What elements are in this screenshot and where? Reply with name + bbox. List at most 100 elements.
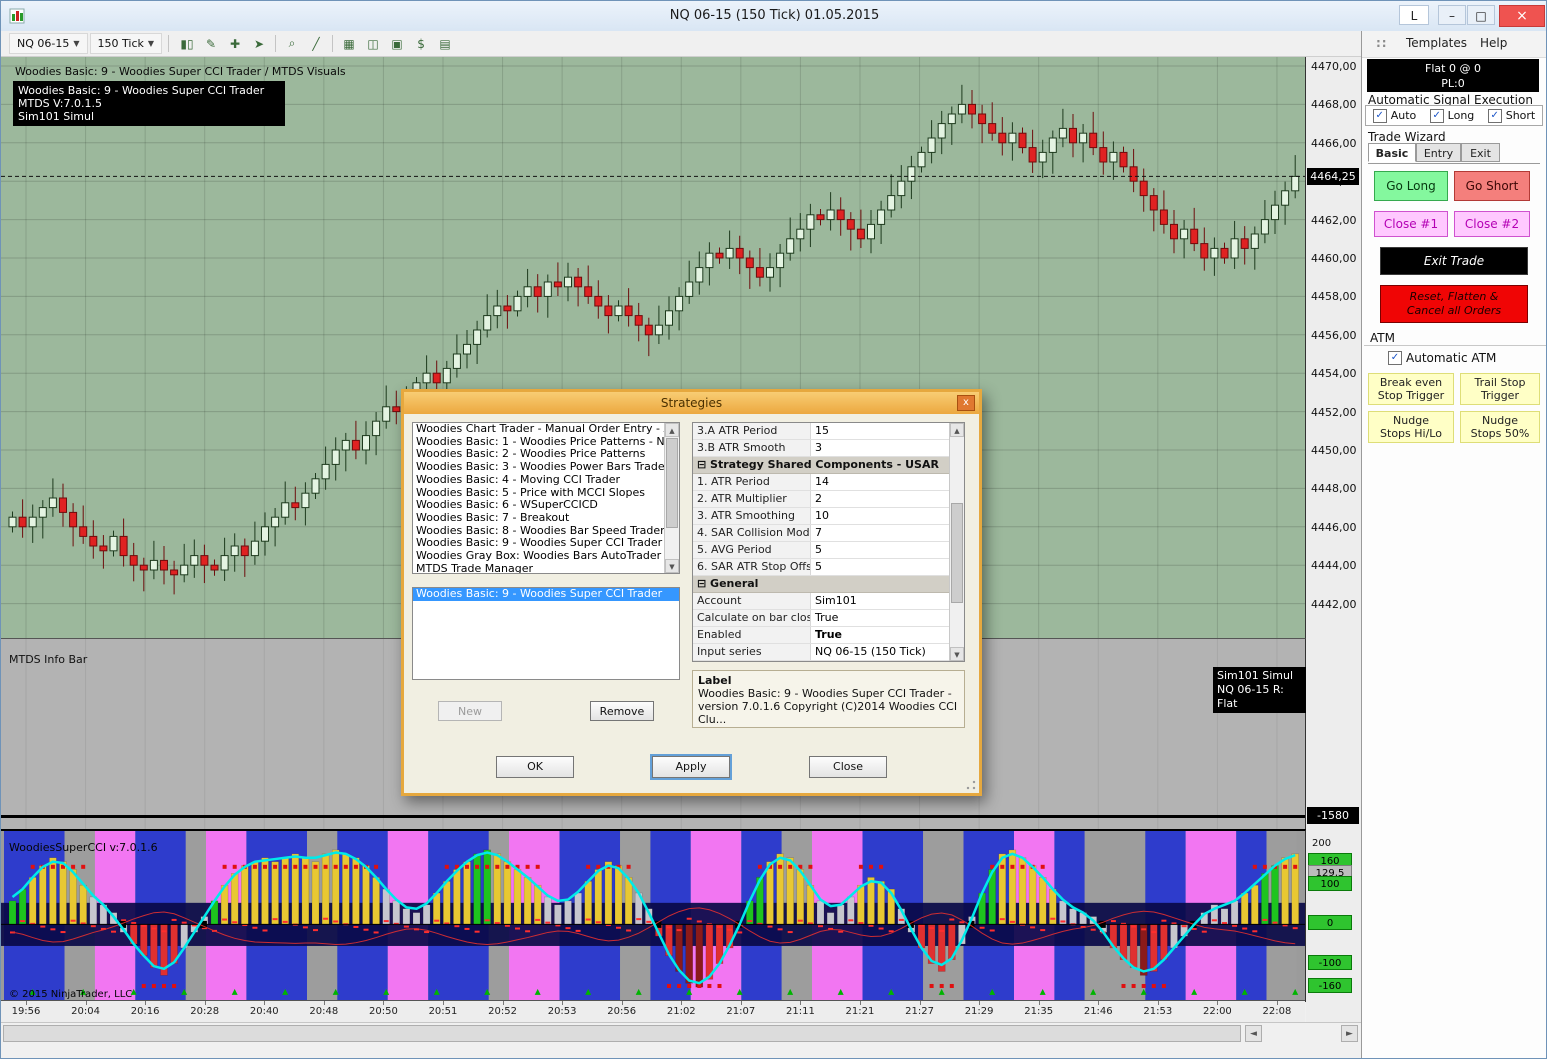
property-value[interactable]: 2 (811, 491, 964, 507)
data-box-icon[interactable]: ▦ (337, 33, 361, 54)
cci-indicator-panel[interactable]: WoodiesSuperCCI v:7.0.1.6 © 2015 NinjaTr… (1, 829, 1306, 1002)
strategy-dollar-icon[interactable]: $ (409, 33, 433, 54)
property-value[interactable]: Woodies Basic: 9 - W▾ (811, 661, 964, 662)
horizontal-scrollbar[interactable]: ◄ ► (1, 1022, 1361, 1045)
property-row[interactable]: 6. SAR ATR Stop Offse5 (693, 559, 964, 576)
close-dialog-button[interactable]: Close (809, 756, 887, 778)
strategy-list-item[interactable]: Woodies Gray Box: Woodies Bars AutoTrade… (413, 550, 679, 563)
scroll-down-icon[interactable]: ▼ (665, 559, 679, 573)
measure-icon[interactable]: ╱ (304, 33, 328, 54)
selected-strategy-item[interactable]: Woodies Basic: 9 - Woodies Super CCI Tra… (413, 588, 679, 601)
scrollbar-thumb[interactable] (951, 503, 963, 603)
minimize-button[interactable]: – (1438, 5, 1466, 25)
drawing-tools-icon[interactable]: ✎ (199, 33, 223, 54)
scrollbar-thumb[interactable] (666, 438, 678, 528)
reset-flatten-button[interactable]: Reset, Flatten & Cancel all Orders (1380, 285, 1528, 323)
bar-style-icon[interactable]: ▮▯ (175, 33, 199, 54)
automatic-atm-checkbox[interactable]: ✓ Automatic ATM (1388, 351, 1496, 365)
strategy-list-item[interactable]: Woodies Basic: 3 - Woodies Power Bars Tr… (413, 461, 679, 474)
grid-scrollbar[interactable]: ▲ ▼ (949, 423, 964, 661)
close-button[interactable]: × (1499, 5, 1545, 27)
nudge-hilo-button[interactable]: NudgeStops Hi/Lo (1368, 411, 1454, 443)
price-axis[interactable]: 4470,004468,004466,004464,004462,004460,… (1306, 57, 1361, 1022)
dialog-title-bar[interactable]: Strategies x (404, 392, 979, 414)
dropdown-arrow-icon[interactable]: ▾ (932, 661, 948, 662)
property-row[interactable]: Input seriesNQ 06-15 (150 Tick) (693, 644, 964, 661)
long-checkbox[interactable]: ✓Long (1430, 109, 1475, 123)
apply-button[interactable]: Apply (652, 756, 730, 778)
property-value[interactable]: True (811, 610, 964, 626)
property-value[interactable]: NQ 06-15 (150 Tick) (811, 644, 964, 660)
remove-button[interactable]: Remove (590, 701, 654, 721)
cursor-icon[interactable]: ➤ (247, 33, 271, 54)
cursor-add-icon[interactable]: ✚ (223, 33, 247, 54)
break-even-stop-button[interactable]: Break evenStop Trigger (1368, 373, 1454, 405)
property-row[interactable]: 5. AVG Period5 (693, 542, 964, 559)
available-strategies-list[interactable]: ▲ ▼ Woodies Chart Trader - Manual Order … (412, 422, 680, 574)
resize-grip[interactable] (965, 779, 977, 791)
new-button[interactable]: New (438, 701, 502, 721)
tab-exit[interactable]: Exit (1461, 143, 1500, 162)
property-row[interactable]: 2. ATR Multiplier2 (693, 491, 964, 508)
property-row[interactable]: LabelWoodies Basic: 9 - W▾ (693, 661, 964, 662)
dialog-close-icon[interactable]: x (957, 395, 975, 411)
scroll-up-icon[interactable]: ▲ (665, 423, 679, 437)
scroll-down-icon[interactable]: ▼ (950, 647, 964, 661)
nudge-50-button[interactable]: NudgeStops 50% (1460, 411, 1540, 443)
market-grid-icon[interactable]: ▤ (433, 33, 457, 54)
property-value[interactable]: 7 (811, 525, 964, 541)
go-long-button[interactable]: Go Long (1374, 171, 1448, 201)
property-row[interactable]: Calculate on bar closeTrue (693, 610, 964, 627)
snapshot-icon[interactable]: ▣ (385, 33, 409, 54)
property-value[interactable]: 5 (811, 542, 964, 558)
close1-button[interactable]: Close #1 (1374, 211, 1448, 237)
zoom-icon[interactable]: ⌕ (280, 33, 304, 54)
go-short-button[interactable]: Go Short (1454, 171, 1530, 201)
drag-grip-icon[interactable]: :: (1376, 36, 1388, 50)
chart-window-icon[interactable]: ◫ (361, 33, 385, 54)
maximize-button[interactable]: □ (1467, 5, 1495, 25)
tab-entry[interactable]: Entry (1416, 143, 1461, 162)
scroll-up-icon[interactable]: ▲ (950, 423, 964, 437)
title-bar[interactable]: NQ 06-15 (150 Tick) 01.05.2015 L – □ × (1, 1, 1547, 32)
strategy-list-item[interactable]: MTDS Trade Manager (413, 563, 679, 574)
property-value[interactable]: 5 (811, 559, 964, 575)
scroll-right-arrow[interactable]: ► (1341, 1025, 1358, 1042)
property-row[interactable]: EnabledTrue (693, 627, 964, 644)
menu-templates[interactable]: Templates (1406, 36, 1467, 50)
ok-button[interactable]: OK (496, 756, 574, 778)
layout-button[interactable]: L (1399, 5, 1429, 25)
strategy-list-item[interactable]: Woodies Chart Trader - Manual Order Entr… (413, 423, 679, 436)
scrollbar-thumb[interactable] (3, 1025, 1241, 1042)
trail-stop-button[interactable]: Trail StopTrigger (1460, 373, 1540, 405)
selected-strategies-list[interactable]: Woodies Basic: 9 - Woodies Super CCI Tra… (412, 587, 680, 680)
property-value[interactable]: 3 (811, 440, 964, 456)
instrument-selector[interactable]: NQ 06-15 ▼ (9, 33, 88, 54)
strategy-list-item[interactable]: Woodies Basic: 4 - Moving CCI Trader (413, 474, 679, 487)
close2-button[interactable]: Close #2 (1454, 211, 1530, 237)
auto-checkbox[interactable]: ✓Auto (1373, 109, 1417, 123)
exit-trade-button[interactable]: Exit Trade (1380, 247, 1528, 275)
property-group-row[interactable]: ⊟ Strategy Shared Components - USAR (693, 457, 964, 474)
menu-help[interactable]: Help (1480, 36, 1507, 50)
tab-basic[interactable]: Basic (1368, 143, 1416, 162)
property-value[interactable]: 15 (811, 423, 964, 439)
scroll-left-arrow[interactable]: ◄ (1245, 1025, 1262, 1042)
property-group-row[interactable]: ⊟ General (693, 576, 964, 593)
list-scrollbar[interactable]: ▲ ▼ (664, 423, 679, 573)
property-row[interactable]: 3.B ATR Smooth3 (693, 440, 964, 457)
property-value[interactable]: 14 (811, 474, 964, 490)
property-value[interactable]: Sim101 (811, 593, 964, 609)
property-value[interactable]: True (811, 627, 964, 643)
time-tick (979, 1001, 980, 1005)
property-row[interactable]: AccountSim101 (693, 593, 964, 610)
property-row[interactable]: 3. ATR Smoothing10 (693, 508, 964, 525)
short-checkbox[interactable]: ✓Short (1488, 109, 1536, 123)
property-row[interactable]: 4. SAR Collision Mode7 (693, 525, 964, 542)
property-grid[interactable]: ▲ ▼ 3.A ATR Period153.B ATR Smooth3⊟ Str… (692, 422, 965, 662)
interval-selector[interactable]: 150 Tick ▼ (90, 33, 163, 54)
strategy-list-item[interactable]: Woodies Basic: 7 - Breakout (413, 512, 679, 525)
property-value[interactable]: 10 (811, 508, 964, 524)
property-row[interactable]: 1. ATR Period14 (693, 474, 964, 491)
property-row[interactable]: 3.A ATR Period15 (693, 423, 964, 440)
